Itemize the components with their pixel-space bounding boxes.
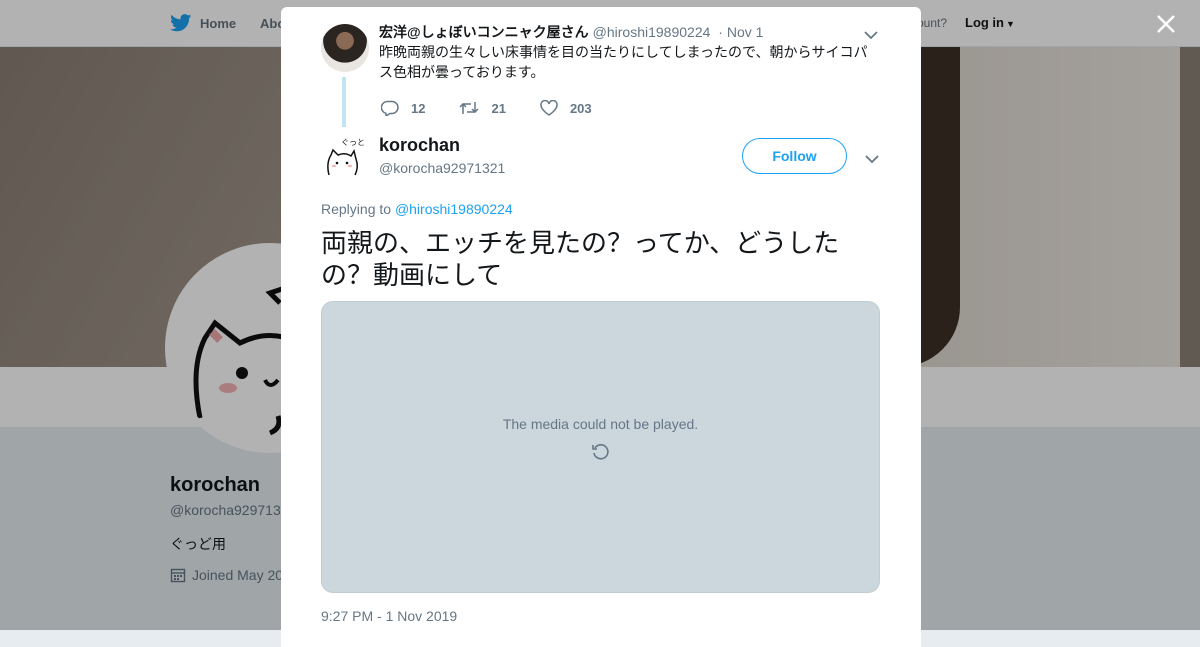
reply-count: 12: [411, 100, 426, 116]
parent-header: 宏洋@しょぼいコンニャク屋さん @hiroshi19890224 · Nov 1: [379, 22, 763, 42]
cat-avatar-icon: ぐっと: [321, 135, 367, 181]
parent-text: 昨晩両親の生々しい床事情を目の当たりにしてしまったので、朝からサイコパス色相が曇…: [379, 44, 868, 80]
tweet-modal: 宏洋@しょぼいコンニャク屋さん @hiroshi19890224 · Nov 1 …: [281, 7, 921, 647]
close-icon: [1157, 15, 1175, 33]
tweet-author-handle[interactable]: @korocha92971321: [379, 160, 505, 176]
parent-actions: 12 21 203: [381, 100, 626, 116]
heart-icon: [540, 100, 558, 116]
tweet-text: 両親の、エッチを見たの？ってか、どうしたの？動画にして: [321, 228, 840, 290]
retweet-button[interactable]: 21: [459, 100, 506, 116]
chevron-down-icon: [865, 155, 879, 164]
replying-prefix: Replying to: [321, 201, 392, 217]
tweet-author-name[interactable]: korochan: [379, 135, 460, 156]
like-count: 203: [569, 100, 592, 116]
parent-avatar[interactable]: [321, 24, 369, 72]
chevron-down-icon: [864, 31, 878, 40]
svg-text:ぐっと: ぐっと: [341, 138, 365, 147]
parent-date[interactable]: · Nov 1: [718, 24, 763, 40]
reply-icon: [381, 100, 399, 116]
retweet-count: 21: [491, 100, 506, 116]
tweet-timestamp[interactable]: 9:27 PM - 1 Nov 2019: [321, 608, 457, 624]
retry-icon: [592, 444, 609, 460]
reply-button[interactable]: 12: [381, 100, 425, 116]
thread-line: [342, 77, 346, 127]
like-button[interactable]: 203: [540, 100, 592, 116]
replying-to: Replying to @hiroshi19890224: [321, 201, 513, 217]
replying-to-link[interactable]: @hiroshi19890224: [395, 201, 513, 217]
retweet-icon: [459, 102, 479, 114]
media-retry-button[interactable]: [591, 442, 611, 467]
tweet-menu-button[interactable]: [865, 151, 879, 169]
media-player[interactable]: The media could not be played.: [321, 301, 880, 593]
parent-handle[interactable]: @hiroshi19890224: [593, 24, 711, 40]
media-error-message: The media could not be played.: [502, 416, 699, 432]
follow-button[interactable]: Follow: [742, 138, 847, 174]
tweet-author-avatar[interactable]: ぐっと: [321, 135, 367, 181]
parent-name[interactable]: 宏洋@しょぼいコンニャク屋さん: [379, 24, 589, 40]
close-modal-button[interactable]: [1152, 10, 1180, 38]
